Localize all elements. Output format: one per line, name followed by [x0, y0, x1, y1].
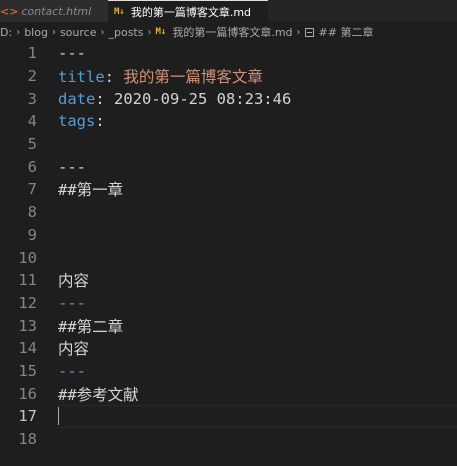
editor-line[interactable]: 14 内容: [0, 337, 457, 360]
editor-line[interactable]: 16 ##参考文献: [0, 382, 457, 405]
code-token: ##参考文献: [58, 385, 139, 404]
editor-line[interactable]: 4 tags:: [0, 110, 457, 133]
editor-line[interactable]: 12 ---: [0, 292, 457, 315]
breadcrumb-drive[interactable]: D:: [0, 26, 12, 39]
html-file-icon: <>: [0, 4, 19, 18]
editor-line[interactable]: 1 ---: [0, 42, 457, 65]
line-content: ---: [58, 362, 86, 380]
current-line-highlight: [57, 405, 457, 428]
line-number: 14: [18, 339, 37, 358]
line-number: 5: [27, 135, 37, 154]
code-token: 我的第一篇博客文章: [123, 68, 263, 87]
line-content: ##第二章: [58, 315, 123, 337]
line-content: title: 我的第一篇博客文章: [58, 65, 263, 87]
code-token: 内容: [58, 340, 90, 359]
line-number: 1: [27, 44, 37, 63]
line-content: ---: [58, 294, 86, 312]
code-token: : 2020-09-25 08:23:46: [95, 89, 292, 108]
markdown-file-icon: M↓: [114, 6, 125, 17]
chevron-right-icon: ›: [100, 26, 105, 38]
editor-line[interactable]: 15 ---: [0, 360, 457, 383]
markdown-file-icon: M↓: [155, 27, 167, 37]
code-token: ##第二章: [58, 317, 124, 336]
editor-line[interactable]: 18: [0, 428, 457, 451]
editor-line[interactable]: 13 ##第二章: [0, 314, 457, 337]
code-token: ---: [58, 44, 86, 63]
line-content: date: 2020-09-25 08:23:46: [58, 90, 291, 108]
breadcrumb-folder-source[interactable]: source: [60, 26, 97, 39]
code-token: ---: [58, 293, 86, 312]
code-token: :: [95, 112, 105, 131]
line-content: ##参考文献: [58, 383, 139, 405]
line-content: 内容: [58, 269, 89, 291]
chevron-right-icon: ›: [147, 26, 152, 38]
editor-line[interactable]: 10: [0, 246, 457, 269]
line-number: 13: [18, 316, 37, 335]
breadcrumb-folder-blog[interactable]: blog: [24, 26, 48, 39]
line-number: 8: [27, 203, 37, 222]
editor-line[interactable]: 5: [0, 133, 457, 156]
tab-contact-html[interactable]: <> contact.html: [0, 0, 108, 22]
line-number: 18: [18, 430, 37, 449]
line-number: 17: [18, 407, 37, 426]
code-token: title: [58, 68, 105, 87]
line-number: 6: [27, 157, 37, 176]
breadcrumb-folder-posts[interactable]: _posts: [108, 26, 143, 39]
tab-markdown-post[interactable]: M↓ 我的第一篇博客文章.md: [108, 0, 268, 22]
editor-line[interactable]: 3 date: 2020-09-25 08:23:46: [0, 87, 457, 110]
line-number: 2: [27, 67, 37, 86]
tab-label: contact.html: [21, 4, 92, 18]
code-token: :: [104, 68, 124, 87]
code-token: tags: [58, 112, 96, 131]
line-number: 12: [18, 293, 37, 312]
code-token: date: [58, 89, 96, 108]
line-number: 4: [27, 112, 37, 131]
code-token: ---: [58, 157, 86, 176]
breadcrumb: D: › blog › source › _posts › M↓ 我的第一篇博客…: [0, 22, 457, 42]
tab-bar-empty: [268, 0, 457, 22]
editor-line[interactable]: 17: [0, 405, 457, 428]
line-content: ---: [58, 158, 86, 176]
line-number: 7: [27, 180, 37, 199]
line-number: 3: [27, 89, 37, 108]
line-number: 9: [27, 225, 37, 244]
editor-line[interactable]: 2 title: 我的第一篇博客文章: [0, 65, 457, 88]
symbol-string-icon: [304, 27, 314, 37]
line-content: 内容: [58, 337, 89, 359]
line-content: ##第一章: [58, 178, 123, 200]
breadcrumb-file[interactable]: 我的第一篇博客文章.md: [172, 24, 292, 40]
text-cursor: [58, 407, 59, 425]
code-token: 内容: [58, 272, 90, 291]
editor-area[interactable]: 1 --- 2 title: 我的第一篇博客文章 3 date: 2020-09-25 0…: [0, 42, 457, 450]
chevron-right-icon: ›: [296, 26, 301, 38]
code-token: ##第一章: [58, 181, 124, 200]
tab-label: 我的第一篇博客文章.md: [130, 5, 252, 19]
editor-line[interactable]: 11 内容: [0, 269, 457, 292]
editor-line[interactable]: 8: [0, 201, 457, 224]
chevron-right-icon: ›: [16, 26, 21, 38]
code-token: ---: [58, 361, 86, 380]
editor-line[interactable]: 6 ---: [0, 155, 457, 178]
editor-line[interactable]: 7 ##第一章: [0, 178, 457, 201]
breadcrumb-symbol[interactable]: ## 第二章: [319, 24, 374, 40]
tab-bar: <> contact.html M↓ 我的第一篇博客文章.md: [0, 0, 457, 22]
line-content: ---: [58, 44, 86, 62]
line-number: 11: [18, 271, 37, 290]
line-number: 16: [18, 384, 37, 403]
line-number: 15: [18, 361, 37, 380]
line-number: 10: [18, 248, 37, 267]
chevron-right-icon: ›: [51, 26, 56, 38]
editor-line[interactable]: 9: [0, 224, 457, 247]
line-content: tags:: [58, 112, 105, 130]
